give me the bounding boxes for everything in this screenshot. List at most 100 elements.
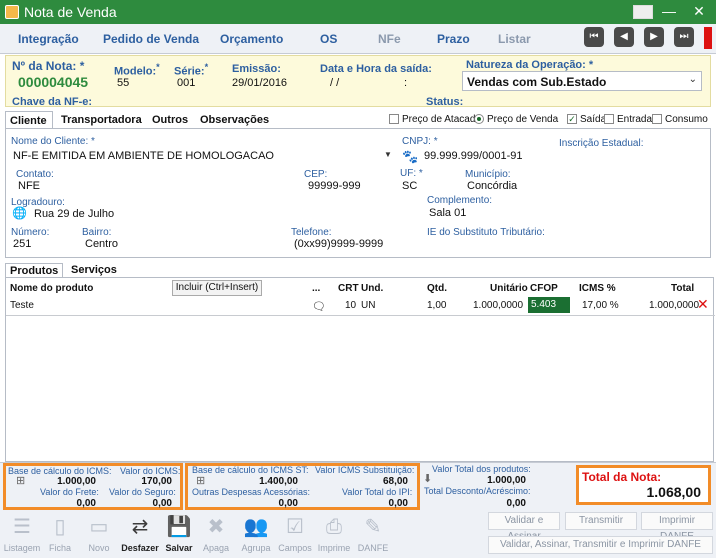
preco-atacado-label: Preço de Atacado — [402, 114, 481, 125]
logradouro-value[interactable]: Rua 29 de Julho — [34, 208, 114, 220]
preco-venda-label: Preço de Venda — [487, 114, 559, 125]
checkbox-icon — [389, 114, 399, 125]
danfe-button[interactable]: ✎ DANFE — [354, 512, 392, 556]
row-qtd[interactable]: 1,00 — [427, 300, 446, 311]
col-unitario: Unitário — [490, 283, 528, 294]
previous-record-icon[interactable]: ◀ — [614, 27, 634, 47]
apaga-button[interactable]: ✖ Apaga — [197, 512, 235, 556]
imprime-button[interactable]: ⎙ Imprime — [315, 512, 353, 556]
listagem-button[interactable]: ☰ Listagem — [3, 512, 41, 556]
row-crt[interactable]: 10 — [345, 300, 356, 311]
numero-nota-label: Nº da Nota: * — [12, 59, 85, 73]
emissao-value[interactable]: 29/01/2016 — [232, 77, 287, 89]
menu-listar[interactable]: Listar — [498, 32, 531, 46]
modelo-label: Modelo:* — [114, 62, 160, 78]
menu-prazo[interactable]: Prazo — [437, 32, 470, 46]
data-saida-value[interactable]: / / — [330, 77, 339, 89]
cliente-dropdown-icon[interactable]: ▼ — [384, 150, 394, 161]
save-icon: 💾 — [166, 516, 192, 538]
network-icon: ⊞ — [196, 475, 206, 487]
last-record-icon[interactable]: ⏭ — [674, 27, 694, 47]
consumo-label: Consumo — [665, 114, 708, 125]
checkbox-icon — [604, 114, 614, 125]
valor-icms-value: 170,00 — [141, 476, 172, 487]
desfazer-button[interactable]: ⇄ Desfazer — [121, 512, 159, 556]
col-qtd: Qtd. — [427, 283, 447, 294]
group-icon: 👥 — [243, 516, 269, 538]
tab-cliente[interactable]: Cliente — [5, 111, 53, 129]
natureza-select[interactable]: Vendas com Sub.Estado ⌄ — [462, 71, 702, 91]
menu-os[interactable]: OS — [320, 32, 337, 46]
validar-assinar-transmitir-imprimir-button[interactable]: Validar, Assinar, Transmitir e Imprimir … — [488, 536, 713, 554]
ficha-button[interactable]: ▯ Ficha — [41, 512, 79, 556]
municipio-value[interactable]: Concórdia — [467, 180, 517, 192]
window-menu-icon[interactable] — [633, 5, 653, 19]
validar-assinar-button[interactable]: Validar e Assinar — [488, 512, 560, 542]
row-cfop[interactable]: 5.403 — [528, 297, 570, 313]
total-nota-value: 1.068,00 — [646, 484, 702, 500]
numero-label: Número: — [11, 227, 50, 238]
delete-row-icon[interactable]: ✕ — [697, 296, 709, 313]
menu-integracao[interactable]: Integração — [18, 32, 79, 46]
cep-value[interactable]: 99999-999 — [308, 180, 361, 192]
row-icms[interactable]: 17,00 % — [582, 300, 619, 311]
natureza-label: Natureza da Operação: * — [466, 59, 594, 71]
menu-nfe[interactable]: NFe — [378, 32, 401, 46]
saida-checkbox[interactable]: ✓ Saída — [567, 114, 606, 125]
campos-button[interactable]: ☑ Campos — [276, 512, 314, 556]
app-icon — [5, 5, 19, 19]
tab-outros[interactable]: Outros — [148, 111, 192, 129]
novo-button[interactable]: ▭ Novo — [80, 512, 118, 556]
col-total: Total — [671, 283, 695, 294]
row-und[interactable]: UN — [361, 300, 375, 311]
transmitir-button[interactable]: Transmitir — [565, 512, 637, 530]
salvar-button[interactable]: 💾 Salvar — [160, 512, 198, 556]
cnpj-value[interactable]: 99.999.999/0001-91 — [424, 150, 522, 162]
serie-value[interactable]: 001 — [177, 77, 195, 89]
preco-venda-radio[interactable]: Preço de Venda — [474, 114, 558, 125]
tab-transportadora[interactable]: Transportadora — [57, 111, 146, 129]
row-unitario[interactable]: 1.000,0000 — [473, 300, 523, 311]
ipi-value: 0,00 — [388, 498, 408, 509]
agrupa-label: Agrupa — [241, 543, 271, 553]
menu-orcamento[interactable]: Orçamento — [220, 32, 283, 46]
incluir-button[interactable]: Incluir (Ctrl+Insert) — [172, 280, 262, 296]
complemento-value[interactable]: Sala 01 — [429, 207, 466, 219]
contato-value[interactable]: NFE — [18, 180, 40, 192]
danfe-document-icon: ✎ — [364, 516, 382, 538]
nome-cliente-value[interactable]: NF-E EMITIDA EM AMBIENTE DE HOMOLOGACAO — [13, 150, 274, 162]
row-nome[interactable]: Teste — [10, 300, 34, 311]
download-icon: ⬇ — [423, 473, 433, 485]
novo-label: Novo — [88, 543, 110, 553]
comment-icon[interactable]: 🗨 — [312, 300, 326, 313]
inscricao-estadual-label: Inscrição Estadual: — [559, 138, 644, 149]
hora-saida-value[interactable]: : — [404, 77, 407, 89]
next-record-icon[interactable]: ▶ — [644, 27, 664, 47]
menu-pedido-venda[interactable]: Pedido de Venda — [103, 32, 199, 46]
imprimir-danfe-button[interactable]: Imprimir DANFE — [641, 512, 713, 542]
check-fields-icon: ☑ — [286, 516, 304, 538]
consumo-checkbox[interactable]: Consumo — [652, 114, 708, 125]
first-record-icon[interactable]: ⏮ — [584, 27, 604, 47]
valor-icms-label: Valor do ICMS: — [120, 466, 181, 476]
cnpj-label: CNPJ: * — [402, 136, 438, 147]
row-divider — [6, 315, 715, 316]
row-total[interactable]: 1.000,0000 — [649, 300, 699, 311]
paw-icon: 🐾 — [402, 149, 419, 164]
total-nota-box: Total da Nota: 1.068,00 — [576, 465, 711, 505]
numero-value[interactable]: 251 — [13, 238, 31, 250]
agrupa-button[interactable]: 👥 Agrupa — [237, 512, 275, 556]
telefone-value[interactable]: (0xx99)9999-9999 — [294, 238, 383, 250]
outras-despesas-value: 0,00 — [278, 498, 298, 509]
close-icon[interactable]: ✕ — [690, 3, 708, 19]
bairro-value[interactable]: Centro — [85, 238, 118, 250]
tab-produtos[interactable]: Produtos — [5, 263, 63, 278]
tab-servicos[interactable]: Serviços — [67, 263, 121, 278]
bairro-label: Bairro: — [82, 227, 112, 238]
preco-atacado-checkbox[interactable]: Preço de Atacado — [389, 114, 481, 125]
contato-label: Contato: — [16, 169, 54, 180]
entrada-checkbox[interactable]: Entrada — [604, 114, 652, 125]
minimize-icon[interactable]: — — [660, 3, 678, 19]
uf-value[interactable]: SC — [402, 180, 417, 192]
tab-observacoes[interactable]: Observações — [196, 111, 273, 129]
